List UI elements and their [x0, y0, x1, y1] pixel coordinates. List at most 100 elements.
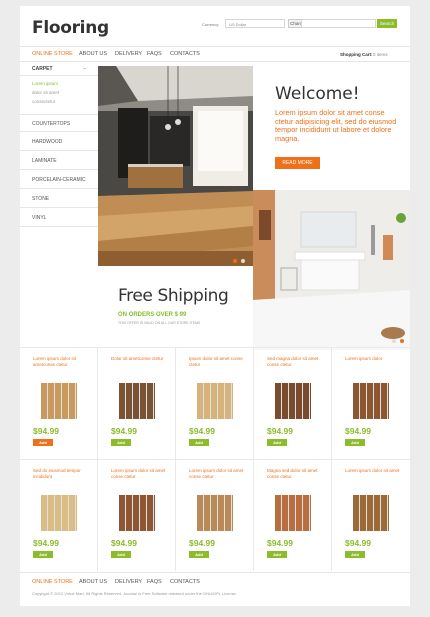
category-hardwood[interactable]: Hardwood: [20, 133, 98, 151]
footer-copyright: Copyright © 2012 Virtue Mart. All Rights…: [32, 591, 237, 596]
bathroom-banner-image[interactable]: [253, 190, 410, 350]
product-price: $94.99: [111, 426, 137, 436]
product-name[interactable]: Lorem ipsum dolor sit amet conse ctetur: [189, 468, 247, 480]
product-name[interactable]: Magna sed dolor sit amet conse ctetur: [267, 468, 325, 480]
add-to-cart-button[interactable]: Add: [111, 551, 131, 558]
site-logo[interactable]: Flooring: [32, 18, 109, 38]
product-name[interactable]: Sed magna dolor sit amet conse ctetur: [267, 356, 325, 368]
add-to-cart-button[interactable]: Add: [345, 551, 365, 558]
currency-select[interactable]: US Dollar: [225, 19, 285, 28]
product-name[interactable]: Lorem ipsum dolor sit amet conse ctetur: [111, 468, 169, 480]
product-image[interactable]: [119, 383, 155, 419]
product-card[interactable]: Dolor sit ametconse ctetur $94.99 Add: [98, 347, 176, 459]
add-to-cart-button[interactable]: Add: [189, 551, 209, 558]
product-name[interactable]: Lorem ipsum dolor sit ametconse ctetur: [33, 356, 91, 368]
product-image[interactable]: [41, 495, 77, 531]
product-price: $94.99: [33, 538, 59, 548]
product-price: $94.99: [345, 426, 371, 436]
category-vinyl[interactable]: Vinyl: [20, 209, 98, 227]
product-image[interactable]: [275, 383, 311, 419]
category-sidebar: Carpet – Lorem ipsum dolor sit amet cons…: [20, 63, 98, 343]
footer-nav-contacts[interactable]: Contacts: [170, 579, 200, 585]
nav-delivery[interactable]: Delivery: [115, 51, 142, 57]
category-label: Carpet: [32, 66, 53, 72]
product-card[interactable]: Magna sed dolor sit amet conse ctetur $94…: [254, 459, 332, 571]
footer-nav-faqs[interactable]: FAQs: [147, 579, 162, 585]
search-button[interactable]: Search: [377, 19, 397, 28]
subcategory-item[interactable]: dolor sit amet: [32, 90, 59, 95]
slider-dot[interactable]: [241, 259, 245, 263]
category-countertops[interactable]: Countertops: [20, 114, 98, 132]
footer-nav-online-store[interactable]: Online Store: [32, 579, 73, 585]
product-price: $94.99: [189, 426, 215, 436]
interior-illustration: [98, 66, 253, 266]
product-card[interactable]: Sed do eiusmod tempor incididunt $94.99 Ad…: [20, 459, 98, 571]
product-name[interactable]: Sed do eiusmod tempor incididunt: [33, 468, 91, 480]
product-card[interactable]: Lorem ipsum dolor $94.99 Add: [332, 347, 410, 459]
add-to-cart-button[interactable]: Add: [189, 439, 209, 446]
product-card[interactable]: Lorem ipsum dolor sit ametconse ctetur $9…: [20, 347, 98, 459]
product-price: $94.99: [267, 538, 293, 548]
nav-contacts[interactable]: Contacts: [170, 51, 200, 57]
nav-online-store[interactable]: Online Store: [32, 51, 73, 57]
product-image[interactable]: [197, 383, 233, 419]
product-name[interactable]: Lorem ipsum dolor: [345, 356, 403, 362]
product-name[interactable]: Lorem ipsum dolor sit amet: [345, 468, 403, 474]
product-name[interactable]: Ipsum dolor sit amet conse ctetur: [189, 356, 247, 368]
footer: Online Store About Us Delivery FAQs Cont…: [20, 572, 410, 606]
shopping-cart-count[interactable]: 0 items: [373, 52, 388, 57]
search-input[interactable]: [301, 19, 376, 28]
read-more-button[interactable]: Read More: [275, 157, 320, 169]
add-to-cart-button[interactable]: Add: [33, 439, 53, 446]
add-to-cart-button[interactable]: Add: [33, 551, 53, 558]
product-image[interactable]: [275, 495, 311, 531]
shopping-cart-label[interactable]: Shopping Cart:: [340, 52, 373, 57]
chevron-down-icon[interactable]: –: [83, 66, 86, 72]
nav-faqs[interactable]: FAQs: [147, 51, 162, 57]
category-laminate[interactable]: Laminate: [20, 152, 98, 170]
currency-label: Currency:: [202, 22, 220, 27]
product-image[interactable]: [353, 383, 389, 419]
add-to-cart-button[interactable]: Add: [267, 439, 287, 446]
product-name[interactable]: Dolor sit ametconse ctetur: [111, 356, 169, 362]
free-shipping-note: This offer is valid on all our store ite…: [118, 321, 201, 325]
category-carpet[interactable]: Carpet –: [20, 66, 98, 76]
free-shipping-title: Free Shipping: [118, 286, 229, 306]
product-image[interactable]: [119, 495, 155, 531]
product-price: $94.99: [189, 538, 215, 548]
free-shipping-subtitle: On orders over $ 99: [118, 312, 187, 318]
product-card[interactable]: Lorem ipsum dolor sit amet $94.99 Add: [332, 459, 410, 571]
add-to-cart-button[interactable]: Add: [267, 551, 287, 558]
subcategory-item[interactable]: consectetur: [32, 99, 55, 104]
free-shipping-banner[interactable]: Free Shipping On orders over $ 99 This o…: [98, 266, 253, 350]
product-card[interactable]: Ipsum dolor sit amet conse ctetur $94.99 A…: [176, 347, 254, 459]
product-image[interactable]: [353, 495, 389, 531]
product-image[interactable]: [197, 495, 233, 531]
banner-dot-active[interactable]: [400, 339, 404, 343]
category-porcelain-ceramic[interactable]: Porcelain-Ceramic: [20, 171, 98, 189]
category-stone[interactable]: Stone: [20, 190, 98, 208]
product-card[interactable]: Sed magna dolor sit amet conse ctetur $94…: [254, 347, 332, 459]
product-price: $94.99: [267, 426, 293, 436]
slider-dot-active[interactable]: [233, 259, 237, 263]
page: Flooring Currency: US Dollar Change Sear…: [20, 6, 410, 606]
footer-nav-about-us[interactable]: About Us: [79, 579, 107, 585]
product-card[interactable]: Lorem ipsum dolor sit amet conse ctetur $…: [98, 459, 176, 571]
welcome-title: Welcome!: [275, 84, 360, 104]
footer-nav-delivery[interactable]: Delivery: [115, 579, 142, 585]
main-nav: Online Store About Us Delivery FAQs Cont…: [20, 46, 410, 62]
product-card[interactable]: Lorem ipsum dolor sit amet conse ctetur $…: [176, 459, 254, 571]
banner-dot[interactable]: [392, 339, 396, 343]
product-image[interactable]: [41, 383, 77, 419]
welcome-text: Lorem ipsum dolor sit amet conse ctetur …: [275, 108, 397, 143]
product-grid: Lorem ipsum dolor sit ametconse ctetur $9…: [20, 347, 410, 571]
add-to-cart-button[interactable]: Add: [345, 439, 365, 446]
subcategory-item[interactable]: Lorem ipsum: [32, 81, 58, 86]
add-to-cart-button[interactable]: Add: [111, 439, 131, 446]
product-price: $94.99: [33, 426, 59, 436]
slider-interior-image[interactable]: [98, 66, 253, 266]
product-price: $94.99: [345, 538, 371, 548]
nav-about-us[interactable]: About Us: [79, 51, 107, 57]
product-price: $94.99: [111, 538, 137, 548]
bathroom-illustration: [253, 190, 410, 350]
